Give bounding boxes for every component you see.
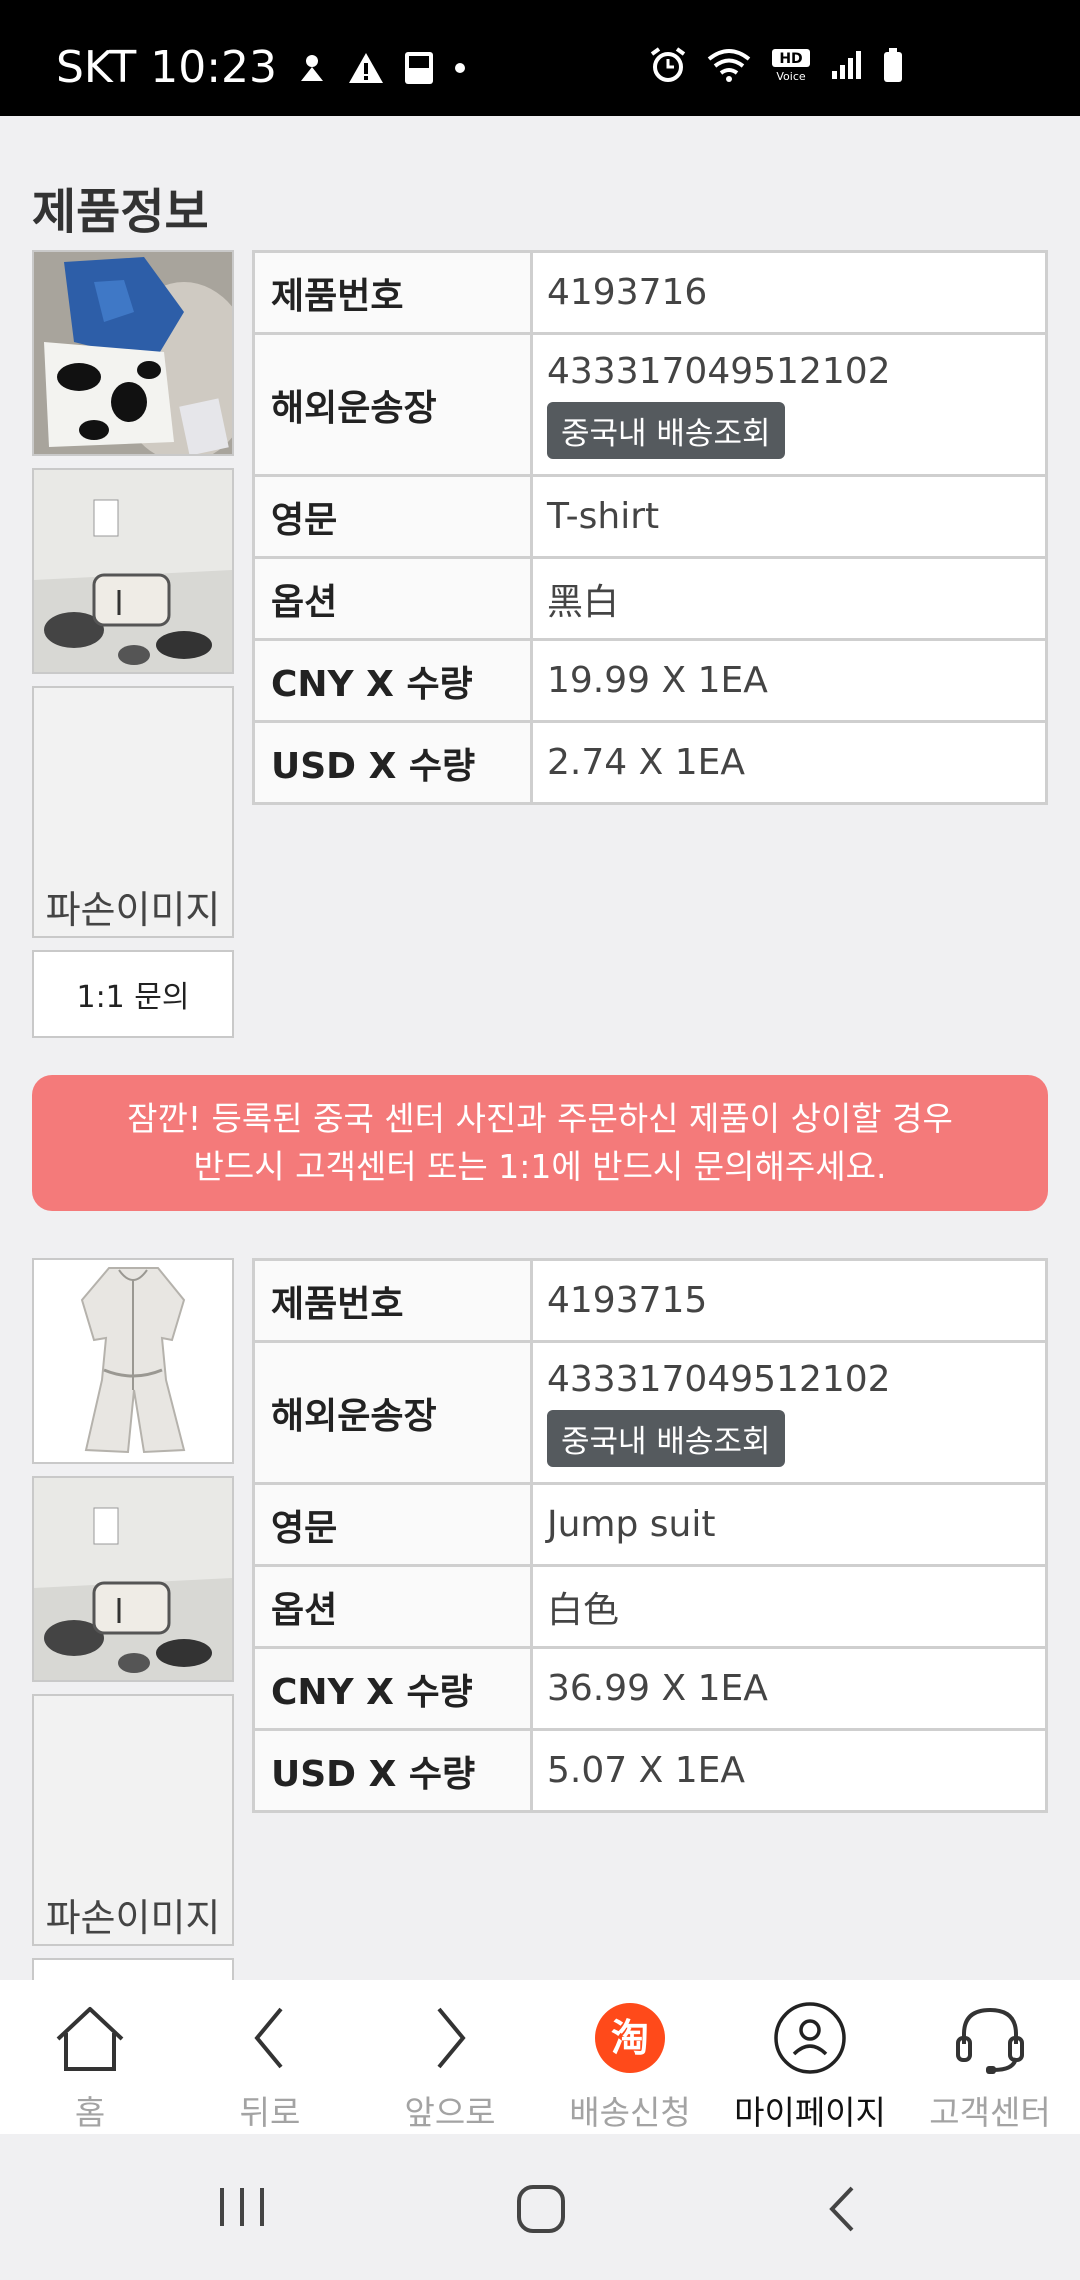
- english-name-value: Jump suit: [530, 1482, 1048, 1567]
- system-navigation-bar: [0, 2134, 1080, 2280]
- status-right: HD Voice: [648, 46, 904, 84]
- damage-image[interactable]: 파손이미지: [32, 686, 234, 938]
- row-label: CNY X 수량: [252, 638, 533, 723]
- row-label: 해외운송장: [252, 1340, 533, 1485]
- product-thumbnails: 파손이미지: [32, 1258, 234, 2010]
- status-left: SKT 10:23: [56, 42, 467, 93]
- product-number-value: 4193716: [530, 250, 1048, 335]
- svg-text:淘: 淘: [611, 2016, 649, 2060]
- option-value: 黑白: [530, 556, 1048, 641]
- warning-line-1: 잠깐! 등록된 중국 센터 사진과 주문하신 제품이 상이할 경우: [127, 1099, 953, 1138]
- row-label: 영문: [252, 474, 533, 559]
- row-label: USD X 수량: [252, 720, 533, 805]
- nav-customer-center[interactable]: 고객센터: [900, 1980, 1080, 2134]
- warning-line-2: 반드시 고객센터 또는 1:1에 반드시 문의해주세요.: [193, 1147, 887, 1186]
- row-label: 제품번호: [252, 1258, 533, 1343]
- product-image[interactable]: [32, 1258, 234, 1464]
- nav-shipping-request[interactable]: 淘 배송신청: [540, 1980, 720, 2134]
- chevron-left-icon: [254, 2007, 283, 2069]
- app-notification-icon: [295, 51, 329, 85]
- alarm-icon: [650, 47, 686, 82]
- product-thumbnails: 파손이미지 1:1 문의: [32, 250, 234, 1038]
- table-row: USD X 수량 2.74 X 1EA: [252, 720, 1048, 805]
- product-info-table: 제품번호 4193715 해외운송장 433317049512102 중국내 배…: [252, 1258, 1048, 1813]
- tracking-number: 433317049512102: [547, 1358, 891, 1400]
- nav-back[interactable]: 뒤로: [180, 1980, 360, 2134]
- damage-image[interactable]: 파손이미지: [32, 1694, 234, 1946]
- nav-label: 홈: [74, 2093, 106, 2132]
- table-row: USD X 수량 5.07 X 1EA: [252, 1728, 1048, 1813]
- tracking-number: 433317049512102: [547, 350, 891, 392]
- option-value: 白色: [530, 1564, 1048, 1649]
- recent-apps-icon[interactable]: [214, 2182, 270, 2232]
- carrier-time: SKT 10:23: [56, 42, 278, 93]
- product-image[interactable]: [32, 250, 234, 456]
- table-row: 옵션 黑白: [252, 556, 1048, 641]
- row-label: 해외운송장: [252, 332, 533, 477]
- damage-image-label: 파손이미지: [45, 888, 221, 932]
- center-photo[interactable]: [32, 1476, 234, 1682]
- taobao-icon: 淘: [595, 2003, 665, 2073]
- row-label: 제품번호: [252, 250, 533, 335]
- home-button-icon[interactable]: [514, 2182, 570, 2236]
- headset-icon: [956, 2007, 1024, 2074]
- nav-forward[interactable]: 앞으로: [360, 1980, 540, 2134]
- row-label: 영문: [252, 1482, 533, 1567]
- nav-label: 뒤로: [239, 2093, 301, 2132]
- table-row: 영문 T-shirt: [252, 474, 1048, 559]
- nav-label: 마이페이지: [734, 2093, 886, 2132]
- center-photo[interactable]: [32, 468, 234, 674]
- product-number-value: 4193715: [530, 1258, 1048, 1343]
- table-row: 제품번호 4193716: [252, 250, 1048, 335]
- tracking-cell: 433317049512102 중국내 배송조회: [530, 332, 1048, 477]
- table-row: 옵션 白色: [252, 1564, 1048, 1649]
- english-name-value: T-shirt: [530, 474, 1048, 559]
- home-icon: [56, 2007, 124, 2071]
- nav-label: 앞으로: [404, 2093, 496, 2132]
- wifi-icon: [707, 49, 751, 82]
- tracking-cell: 433317049512102 중국내 배송조회: [530, 1340, 1048, 1485]
- table-row: CNY X 수량 19.99 X 1EA: [252, 638, 1048, 723]
- nav-label: 배송신청: [569, 2093, 691, 2132]
- usd-value: 2.74 X 1EA: [530, 720, 1048, 805]
- damage-image-label: 파손이미지: [45, 1896, 221, 1940]
- bottom-navigation: 홈 뒤로 앞으로 淘 배송신청 마이페이지 고객센터: [0, 1980, 1080, 2134]
- chevron-right-icon: [437, 2007, 466, 2069]
- warning-icon: [347, 51, 385, 85]
- row-label: USD X 수량: [252, 1728, 533, 1813]
- cny-value: 19.99 X 1EA: [530, 638, 1048, 723]
- table-row: 해외운송장 433317049512102 중국내 배송조회: [252, 1340, 1048, 1485]
- svg-text:Voice: Voice: [776, 70, 806, 83]
- user-icon: [774, 2002, 846, 2074]
- hd-voice-icon: HD Voice: [772, 49, 810, 83]
- china-tracking-button[interactable]: 중국내 배송조회: [547, 401, 785, 459]
- inquiry-button[interactable]: 1:1 문의: [32, 950, 234, 1038]
- more-dot-icon: [453, 61, 467, 75]
- warning-banner: 잠깐! 등록된 중국 센터 사진과 주문하신 제품이 상이할 경우 반드시 고객…: [32, 1075, 1048, 1211]
- china-tracking-button[interactable]: 중국내 배송조회: [547, 1409, 785, 1467]
- nav-home[interactable]: 홈: [0, 1980, 180, 2134]
- gallery-icon: [403, 50, 435, 86]
- page-title: 제품정보: [32, 184, 209, 240]
- row-label: 옵션: [252, 1564, 533, 1649]
- product-info-table: 제품번호 4193716 해외운송장 433317049512102 중국내 배…: [252, 250, 1048, 805]
- status-bar: SKT 10:23 HD Voice: [0, 0, 1080, 116]
- usd-value: 5.07 X 1EA: [530, 1728, 1048, 1813]
- row-label: CNY X 수량: [252, 1646, 533, 1731]
- nav-mypage[interactable]: 마이페이지: [720, 1980, 900, 2134]
- battery-icon: [884, 48, 902, 82]
- back-button-icon[interactable]: [822, 2182, 862, 2236]
- table-row: 해외운송장 433317049512102 중국내 배송조회: [252, 332, 1048, 477]
- row-label: 옵션: [252, 556, 533, 641]
- signal-icon: [832, 51, 861, 79]
- cny-value: 36.99 X 1EA: [530, 1646, 1048, 1731]
- table-row: CNY X 수량 36.99 X 1EA: [252, 1646, 1048, 1731]
- nav-label: 고객센터: [929, 2093, 1051, 2132]
- table-row: 제품번호 4193715: [252, 1258, 1048, 1343]
- svg-text:HD: HD: [779, 51, 802, 67]
- table-row: 영문 Jump suit: [252, 1482, 1048, 1567]
